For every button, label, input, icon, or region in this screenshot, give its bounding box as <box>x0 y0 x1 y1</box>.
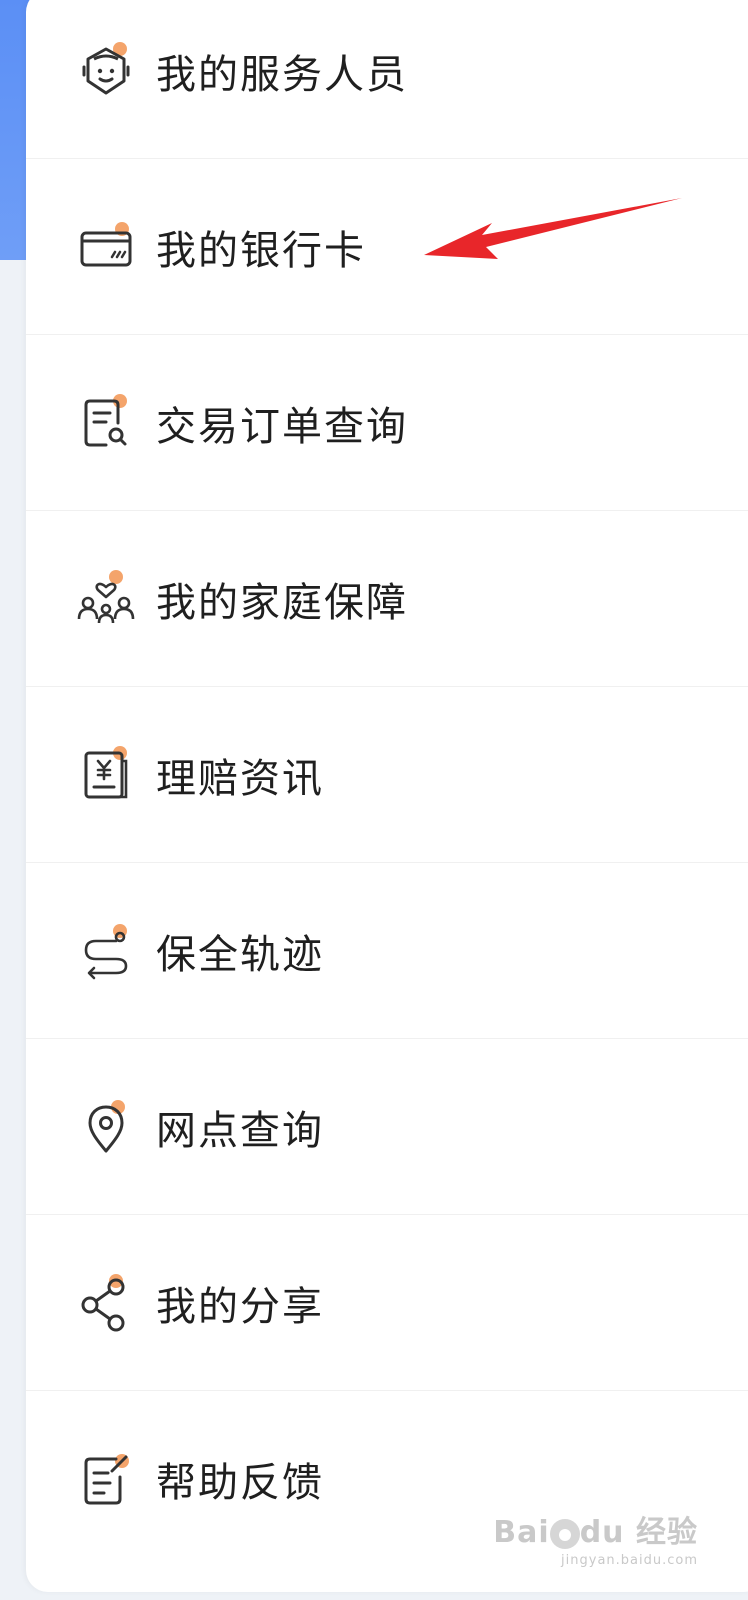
paw-icon <box>549 1518 580 1549</box>
menu-item-branch-search[interactable]: 网点查询 <box>26 1039 748 1215</box>
menu-item-label: 网点查询 <box>156 1107 324 1154</box>
menu-item-label: 帮助反馈 <box>156 1460 324 1506</box>
menu-item-preservation-track[interactable]: 保全轨迹 <box>26 863 748 1039</box>
service-person-icon <box>76 41 136 101</box>
menu-item-label: 理赔资讯 <box>156 755 324 802</box>
location-pin-icon <box>76 1097 136 1157</box>
menu-item-label: 我的服务人员 <box>156 51 408 98</box>
watermark-url: jingyan.baidu.com <box>561 1553 698 1568</box>
menu-item-label: 保全轨迹 <box>156 931 324 978</box>
route-track-icon <box>76 921 136 981</box>
menu-item-order-search[interactable]: 交易订单查询 <box>26 335 748 511</box>
family-protection-icon <box>76 569 136 629</box>
red-arrow-annotation <box>424 198 682 259</box>
menu-item-claim-info[interactable]: 理赔资讯 <box>26 687 748 863</box>
order-search-icon <box>76 393 136 453</box>
menu-item-family-protection[interactable]: 我的家庭保障 <box>26 511 748 687</box>
menu-item-label: 我的银行卡 <box>156 227 366 274</box>
menu-item-label: 我的家庭保障 <box>156 579 408 626</box>
menu-item-label: 我的分享 <box>156 1283 324 1330</box>
feedback-edit-icon <box>76 1449 136 1509</box>
claim-document-icon <box>76 745 136 805</box>
watermark-logo: Bai du 经验 <box>493 1515 698 1550</box>
bank-card-icon <box>76 217 136 277</box>
menu-item-label: 交易订单查询 <box>156 403 408 450</box>
baidu-jingyan-watermark: Bai du 经验 jingyan.baidu.com <box>493 1507 698 1568</box>
menu-item-my-share[interactable]: 我的分享 <box>26 1215 748 1391</box>
share-icon <box>76 1273 136 1333</box>
menu-item-service-person[interactable]: 我的服务人员 <box>26 0 748 159</box>
